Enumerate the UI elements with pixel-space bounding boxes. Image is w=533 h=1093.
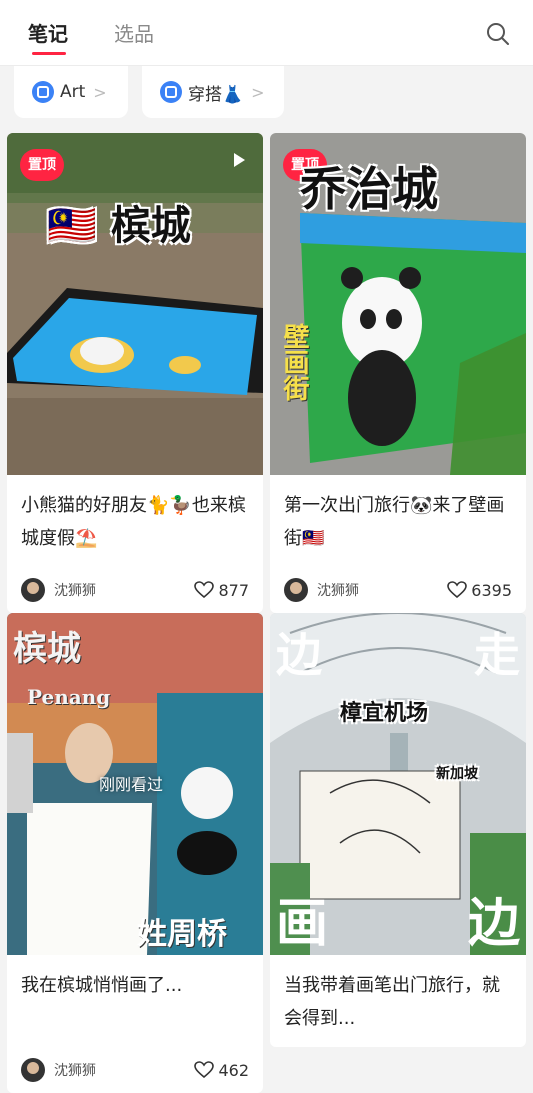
like-button[interactable]: 877 [194,581,249,600]
recently-viewed-label: 刚刚看过 [99,775,164,794]
cover-title-left: 边 [276,628,322,682]
note-cover-image[interactable]: 边 走 樟宜机场 新加坡 画 边 [270,613,526,955]
avatar[interactable] [21,1058,45,1082]
chevron-right-icon: > [251,82,265,102]
chevron-right-icon: > [93,82,107,102]
heart-icon [194,1061,215,1079]
collection-icon [160,81,182,103]
pinned-badge: 置顶 [20,149,64,181]
active-tab-indicator [32,52,66,55]
note-card[interactable]: 槟城 Penang 刚刚看过 姓周桥 我在槟城悄悄画了... 沈狮狮 462 [7,613,263,1093]
note-cover-image[interactable]: 槟城 Penang 刚刚看过 姓周桥 [7,613,263,955]
note-caption[interactable]: 小熊猫的好朋友🐈🦆也来槟城度假⛱️ [7,475,263,567]
cover-location: 樟宜机场 [340,700,429,726]
tab-picks[interactable]: 选品 [114,20,154,48]
cover-bottom-text: 姓周桥 [137,917,227,952]
note-card[interactable]: 边 走 樟宜机场 新加坡 画 边 当我带着画笔出门旅行，就会得到... [270,613,526,1047]
cover-subtitle: 壁画街 [279,323,309,401]
avatar[interactable] [21,578,45,602]
note-meta: 沈狮狮 462 [7,1047,263,1093]
like-count: 877 [218,580,249,600]
note-meta: 沈狮狮 877 [7,567,263,613]
cover-painting [7,133,263,475]
cover-title: 槟城 [13,629,81,669]
author-name[interactable]: 沈狮狮 [317,580,359,600]
cover-title: 🇲🇾 槟城 [47,202,191,249]
chip-outfit[interactable]: 穿搭👗 > [142,66,284,118]
cover-tag: 新加坡 [436,766,478,782]
like-count: 462 [218,1060,249,1080]
note-cover-image[interactable]: 置顶 乔治城 壁画街 [270,133,526,475]
note-card[interactable]: 置顶 乔治城 壁画街 第一次出门旅行🐼来了壁画街🇲🇾 沈狮狮 6395 [270,133,526,613]
note-cover-image[interactable]: 置顶 🇲🇾 槟城 [7,133,263,475]
heart-icon [447,581,468,599]
cover-bottom-left: 画 [276,893,329,954]
note-caption[interactable]: 当我带着画笔出门旅行，就会得到... [270,955,526,1047]
like-button[interactable]: 462 [194,1061,249,1080]
note-card[interactable]: 置顶 🇲🇾 槟城 小熊猫的好朋友🐈🦆也来槟城度假⛱️ 沈狮狮 877 [7,133,263,613]
cover-title-right: 走 [474,628,520,682]
video-play-icon [234,153,245,167]
cover-bottom-right: 边 [468,893,521,954]
chip-label: 穿搭👗 [188,84,244,105]
like-count: 6395 [471,580,512,600]
like-button[interactable]: 6395 [447,581,512,600]
author-name[interactable]: 沈狮狮 [54,1060,96,1080]
collection-icon [32,81,54,103]
note-meta: 沈狮狮 6395 [270,567,526,613]
tab-notes[interactable]: 笔记 [28,20,68,48]
chip-label: Art [60,82,86,102]
collection-chips: Art > 穿搭👗 > [0,66,533,122]
note-caption[interactable]: 我在槟城悄悄画了... [7,955,263,1047]
author-name[interactable]: 沈狮狮 [54,580,96,600]
avatar[interactable] [284,578,308,602]
cover-title: 乔治城 [300,162,438,216]
chip-art[interactable]: Art > [14,66,128,118]
cover-subtitle: Penang [27,685,111,709]
top-bar: 笔记 选品 [0,0,533,66]
search-icon[interactable] [482,18,514,50]
note-caption[interactable]: 第一次出门旅行🐼来了壁画街🇲🇾 [270,475,526,567]
heart-icon [194,581,215,599]
